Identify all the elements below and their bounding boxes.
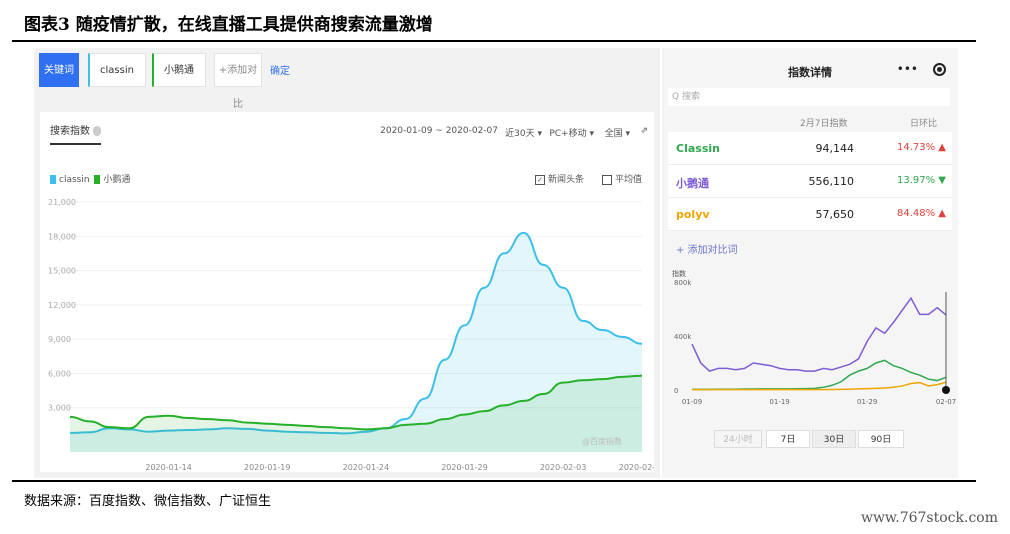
chart-series xyxy=(69,231,643,452)
mini-y-axis: 800k 400k 0 xyxy=(674,279,692,395)
panel-header: 指数详情 ••• xyxy=(662,48,958,88)
keyword-tab[interactable]: 关键词 xyxy=(39,53,79,87)
index-mini-chart: 指数 800k 400k 0 01-09 01-19 01-29 02-07 xyxy=(672,270,956,406)
row-change-value: 84.48% xyxy=(896,208,936,219)
mini-y-tick-label: 800k xyxy=(674,279,692,287)
range-7d-button[interactable]: 7日 xyxy=(766,430,810,448)
row-name: polyv xyxy=(676,208,710,221)
search-index-chart: 21,00018,00015,00012,0009,0006,0003,000 … xyxy=(48,198,654,472)
arrow-up-icon: ▲ xyxy=(938,208,946,219)
row-value: 57,650 xyxy=(815,208,855,221)
mini-x-tick-label: 01-29 xyxy=(857,398,877,406)
y-axis: 21,000 18,000 15,000 12,000 9,000 6,000 3,000 xyxy=(48,198,76,413)
table-row[interactable]: polyv 57,650 84.48% ▲ xyxy=(668,198,952,231)
mini-x-axis: 01-09 01-19 01-29 02-07 xyxy=(682,398,956,406)
x-axis: 2020-01-14 2020-01-19 2020-01-24 2020-01-29… xyxy=(145,463,654,472)
watermark: www.767stock.com xyxy=(860,510,998,526)
series-area-小鹅通 xyxy=(70,375,642,452)
mini-x-tick-label: 02-07 xyxy=(936,398,956,406)
x-tick-label: 2020-01-24 xyxy=(343,463,390,472)
x-tick-label: 2020-01-19 xyxy=(244,463,291,472)
range-24h-button[interactable]: 24小时 xyxy=(714,430,762,448)
y-tick-label: 15,000 xyxy=(48,267,76,276)
more-icon[interactable]: ••• xyxy=(897,62,918,76)
table-row[interactable]: Classin 94,144 14.73% ▲ xyxy=(668,132,952,165)
mini-chart-series xyxy=(691,292,950,394)
confirm-button[interactable]: 确定 xyxy=(270,62,290,77)
mini-ylabel: 指数 xyxy=(672,270,686,278)
arrow-down-icon: ▼ xyxy=(938,175,946,186)
y-tick-label: 9,000 xyxy=(48,335,71,344)
table-row[interactable]: 小鹅通 556,110 13.97% ▼ xyxy=(668,165,952,198)
col-index-header: 2月7日指数 xyxy=(800,119,848,129)
mini-x-tick-label: 01-19 xyxy=(769,398,789,406)
mini-y-tick-label: 400k xyxy=(674,333,692,341)
row-value: 94,144 xyxy=(815,142,855,155)
range-30d-button[interactable]: 30日 xyxy=(812,430,856,448)
x-tick-label: 2020-02-03 xyxy=(540,463,587,472)
y-tick-label: 18,000 xyxy=(48,232,76,241)
row-change: 84.48% ▲ xyxy=(868,208,946,219)
index-detail-panel: 指数详情 ••• Q 搜索 2月7日指数 日环比 Classin 94,144 … xyxy=(662,48,958,478)
search-input[interactable]: Q 搜索 xyxy=(668,88,950,106)
mini-y-tick-label: 0 xyxy=(674,387,678,395)
row-change-value: 14.73% xyxy=(896,142,936,153)
row-name: Classin xyxy=(676,142,720,155)
mini-series-line xyxy=(691,296,947,372)
x-tick-label: 2020-01-29 xyxy=(441,463,488,472)
term-xiaoetong-chip[interactable]: 小鹅通 xyxy=(152,53,206,87)
row-name: 小鹅通 xyxy=(676,177,709,190)
source-note: 数据来源：百度指数、微信指数、广证恒生 xyxy=(24,494,272,509)
row-change: 14.73% ▲ xyxy=(868,142,946,153)
figure-title: 图表3 随疫情扩散，在线直播工具提供商搜索流量激增 xyxy=(24,15,433,35)
target-icon[interactable] xyxy=(933,63,946,76)
top-rule xyxy=(12,40,976,42)
row-value: 556,110 xyxy=(808,175,855,188)
bottom-rule xyxy=(12,480,976,482)
y-tick-label: 12,000 xyxy=(48,301,76,310)
arrow-up-icon: ▲ xyxy=(938,142,946,153)
search-index-card: 搜索指数 2020-01-09 ~ 2020-02-07 近30天 ▾ PC+移… xyxy=(40,112,654,472)
y-tick-label: 3,000 xyxy=(48,404,71,413)
chart-watermark: @百度指数 xyxy=(582,436,622,446)
mini-x-tick-label: 01-09 xyxy=(682,398,702,406)
x-tick-label: 2020-01-14 xyxy=(145,463,192,472)
add-compare-term-link[interactable]: + 添加对比词 xyxy=(676,241,738,256)
range-90d-button[interactable]: 90日 xyxy=(858,430,904,448)
hover-point[interactable] xyxy=(942,386,950,394)
term-classin-chip[interactable]: classin xyxy=(88,53,146,87)
row-change: 13.97% ▼ xyxy=(868,175,946,186)
add-compare-button[interactable]: +添加对比 xyxy=(214,53,262,110)
row-change-value: 13.97% xyxy=(896,175,936,186)
y-tick-label: 21,000 xyxy=(48,198,76,207)
col-change-header: 日环比 xyxy=(910,119,938,129)
x-tick-label: 2020-02-07 xyxy=(619,463,654,472)
y-tick-label: 6,000 xyxy=(48,369,71,378)
baidu-index-panel: 关键词 classin 小鹅通 +添加对比 确定 搜索指数 2020-01-09… xyxy=(34,48,660,478)
